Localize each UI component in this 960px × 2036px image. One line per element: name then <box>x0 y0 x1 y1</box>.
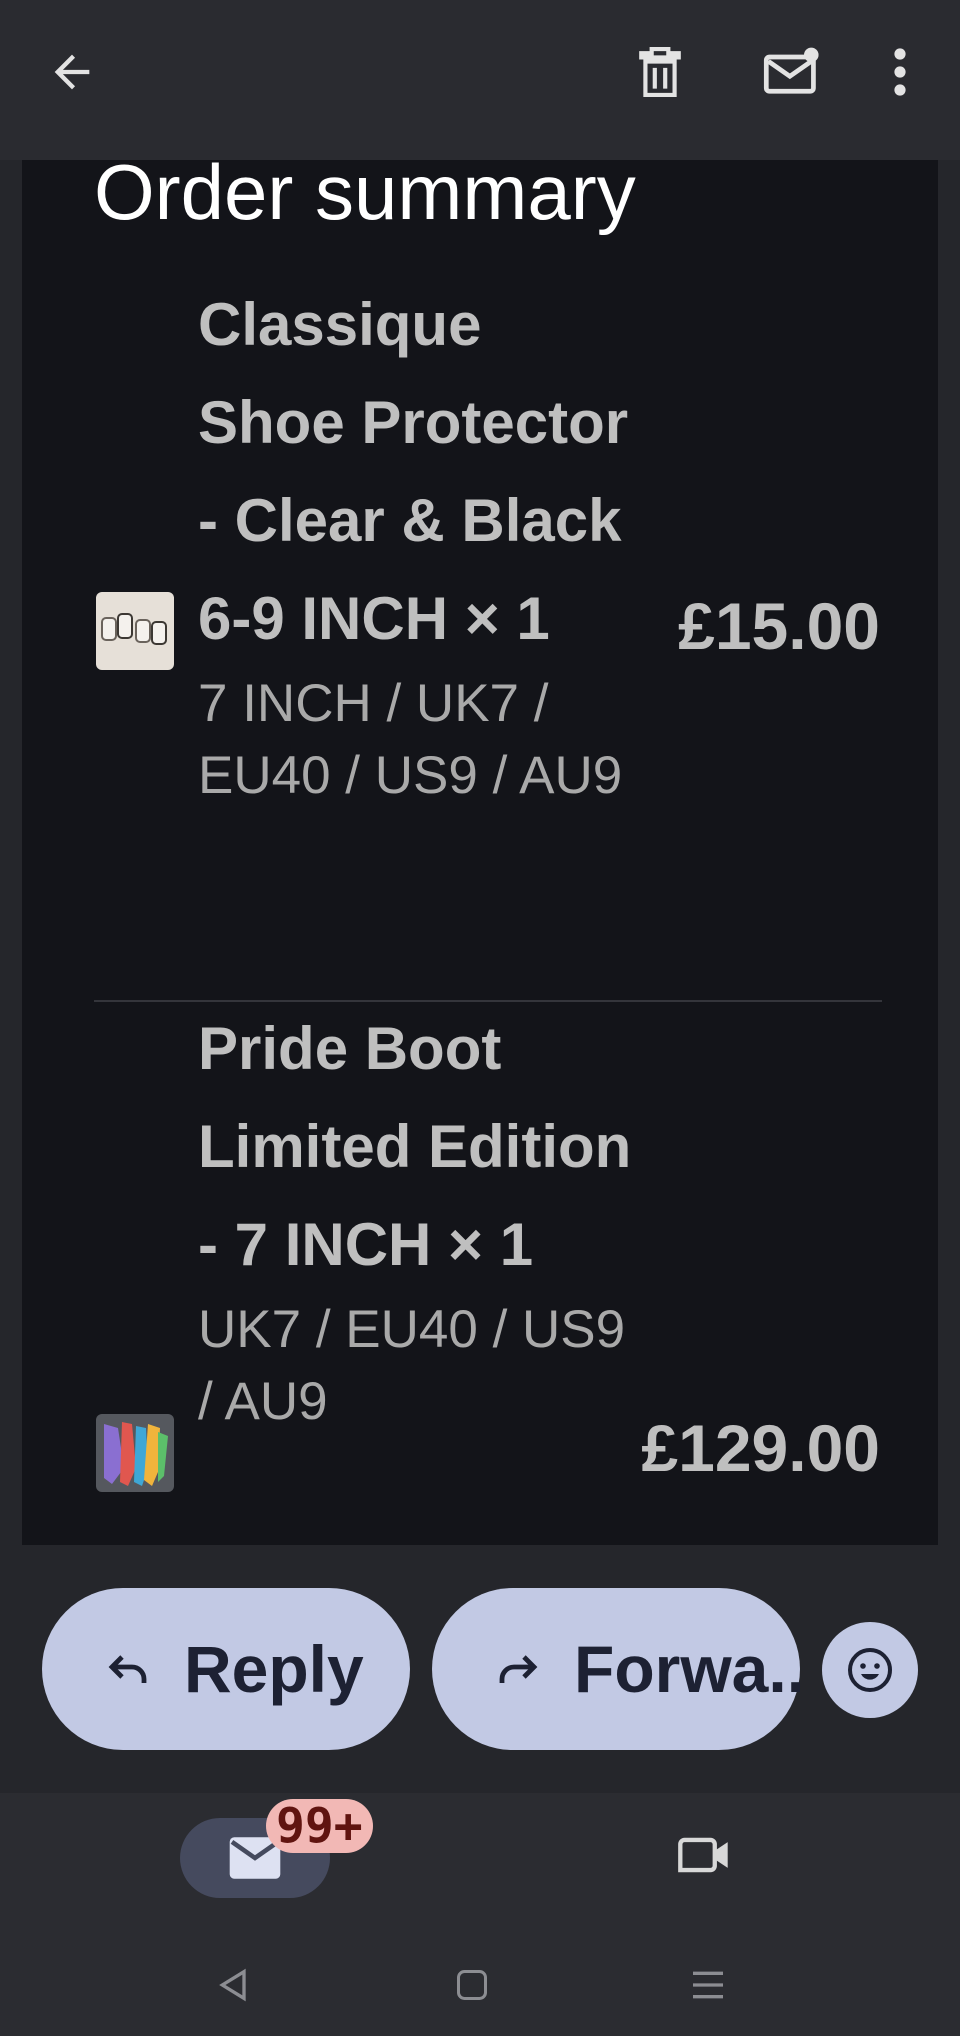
item-variant: UK7 / EU40 / US9 / AU9 <box>198 1300 626 1431</box>
order-summary-title: Order summary <box>94 160 636 236</box>
item-name: Pride Boot Limited Edition - 7 INCH × 1 <box>198 1015 632 1278</box>
video-camera-icon <box>678 1837 728 1873</box>
reply-button[interactable]: Reply <box>42 1588 410 1750</box>
bottom-navigation: 99+ <box>0 1793 960 1933</box>
top-app-bar <box>0 0 960 160</box>
order-item: Classique Shoe Protector - Clear & Black… <box>22 276 938 966</box>
smiley-icon <box>848 1648 892 1692</box>
system-back-icon[interactable] <box>210 1961 258 2009</box>
mark-unread-icon[interactable] <box>752 36 832 108</box>
product-thumbnail <box>96 1414 174 1492</box>
unread-count-badge: 99+ <box>266 1799 373 1853</box>
item-variant: 7 INCH / UK7 / EU40 / US9 / AU9 <box>198 674 623 805</box>
system-home-icon[interactable] <box>448 1961 496 2009</box>
system-navigation-bar <box>0 1933 960 2036</box>
reply-label: Reply <box>184 1632 364 1706</box>
forward-button[interactable]: Forwa... <box>432 1588 800 1750</box>
forward-arrow-icon <box>494 1645 542 1693</box>
order-item: Pride Boot Limited Edition - 7 INCH × 1 … <box>22 1000 938 1545</box>
action-bar: Reply Forwa... <box>0 1545 960 1793</box>
product-thumbnail <box>96 592 174 670</box>
delete-icon[interactable] <box>624 36 696 108</box>
item-details: Classique Shoe Protector - Clear & Black… <box>198 276 638 812</box>
video-meet-tab[interactable] <box>672 1823 736 1887</box>
add-reaction-button[interactable] <box>822 1622 918 1718</box>
forward-label: Forwa... <box>574 1632 800 1706</box>
item-price: £129.00 <box>641 1411 880 1485</box>
item-name: Classique Shoe Protector - Clear & Black… <box>198 291 629 652</box>
email-body: Order summary Classique Shoe Protector -… <box>22 160 938 1545</box>
item-details: Pride Boot Limited Edition - 7 INCH × 1 … <box>198 1000 638 1438</box>
more-options-icon[interactable] <box>864 36 936 108</box>
back-arrow-icon[interactable] <box>36 36 108 108</box>
reply-arrow-icon <box>104 1645 152 1693</box>
item-price: £15.00 <box>678 589 880 663</box>
system-recents-icon[interactable] <box>684 1961 732 2009</box>
